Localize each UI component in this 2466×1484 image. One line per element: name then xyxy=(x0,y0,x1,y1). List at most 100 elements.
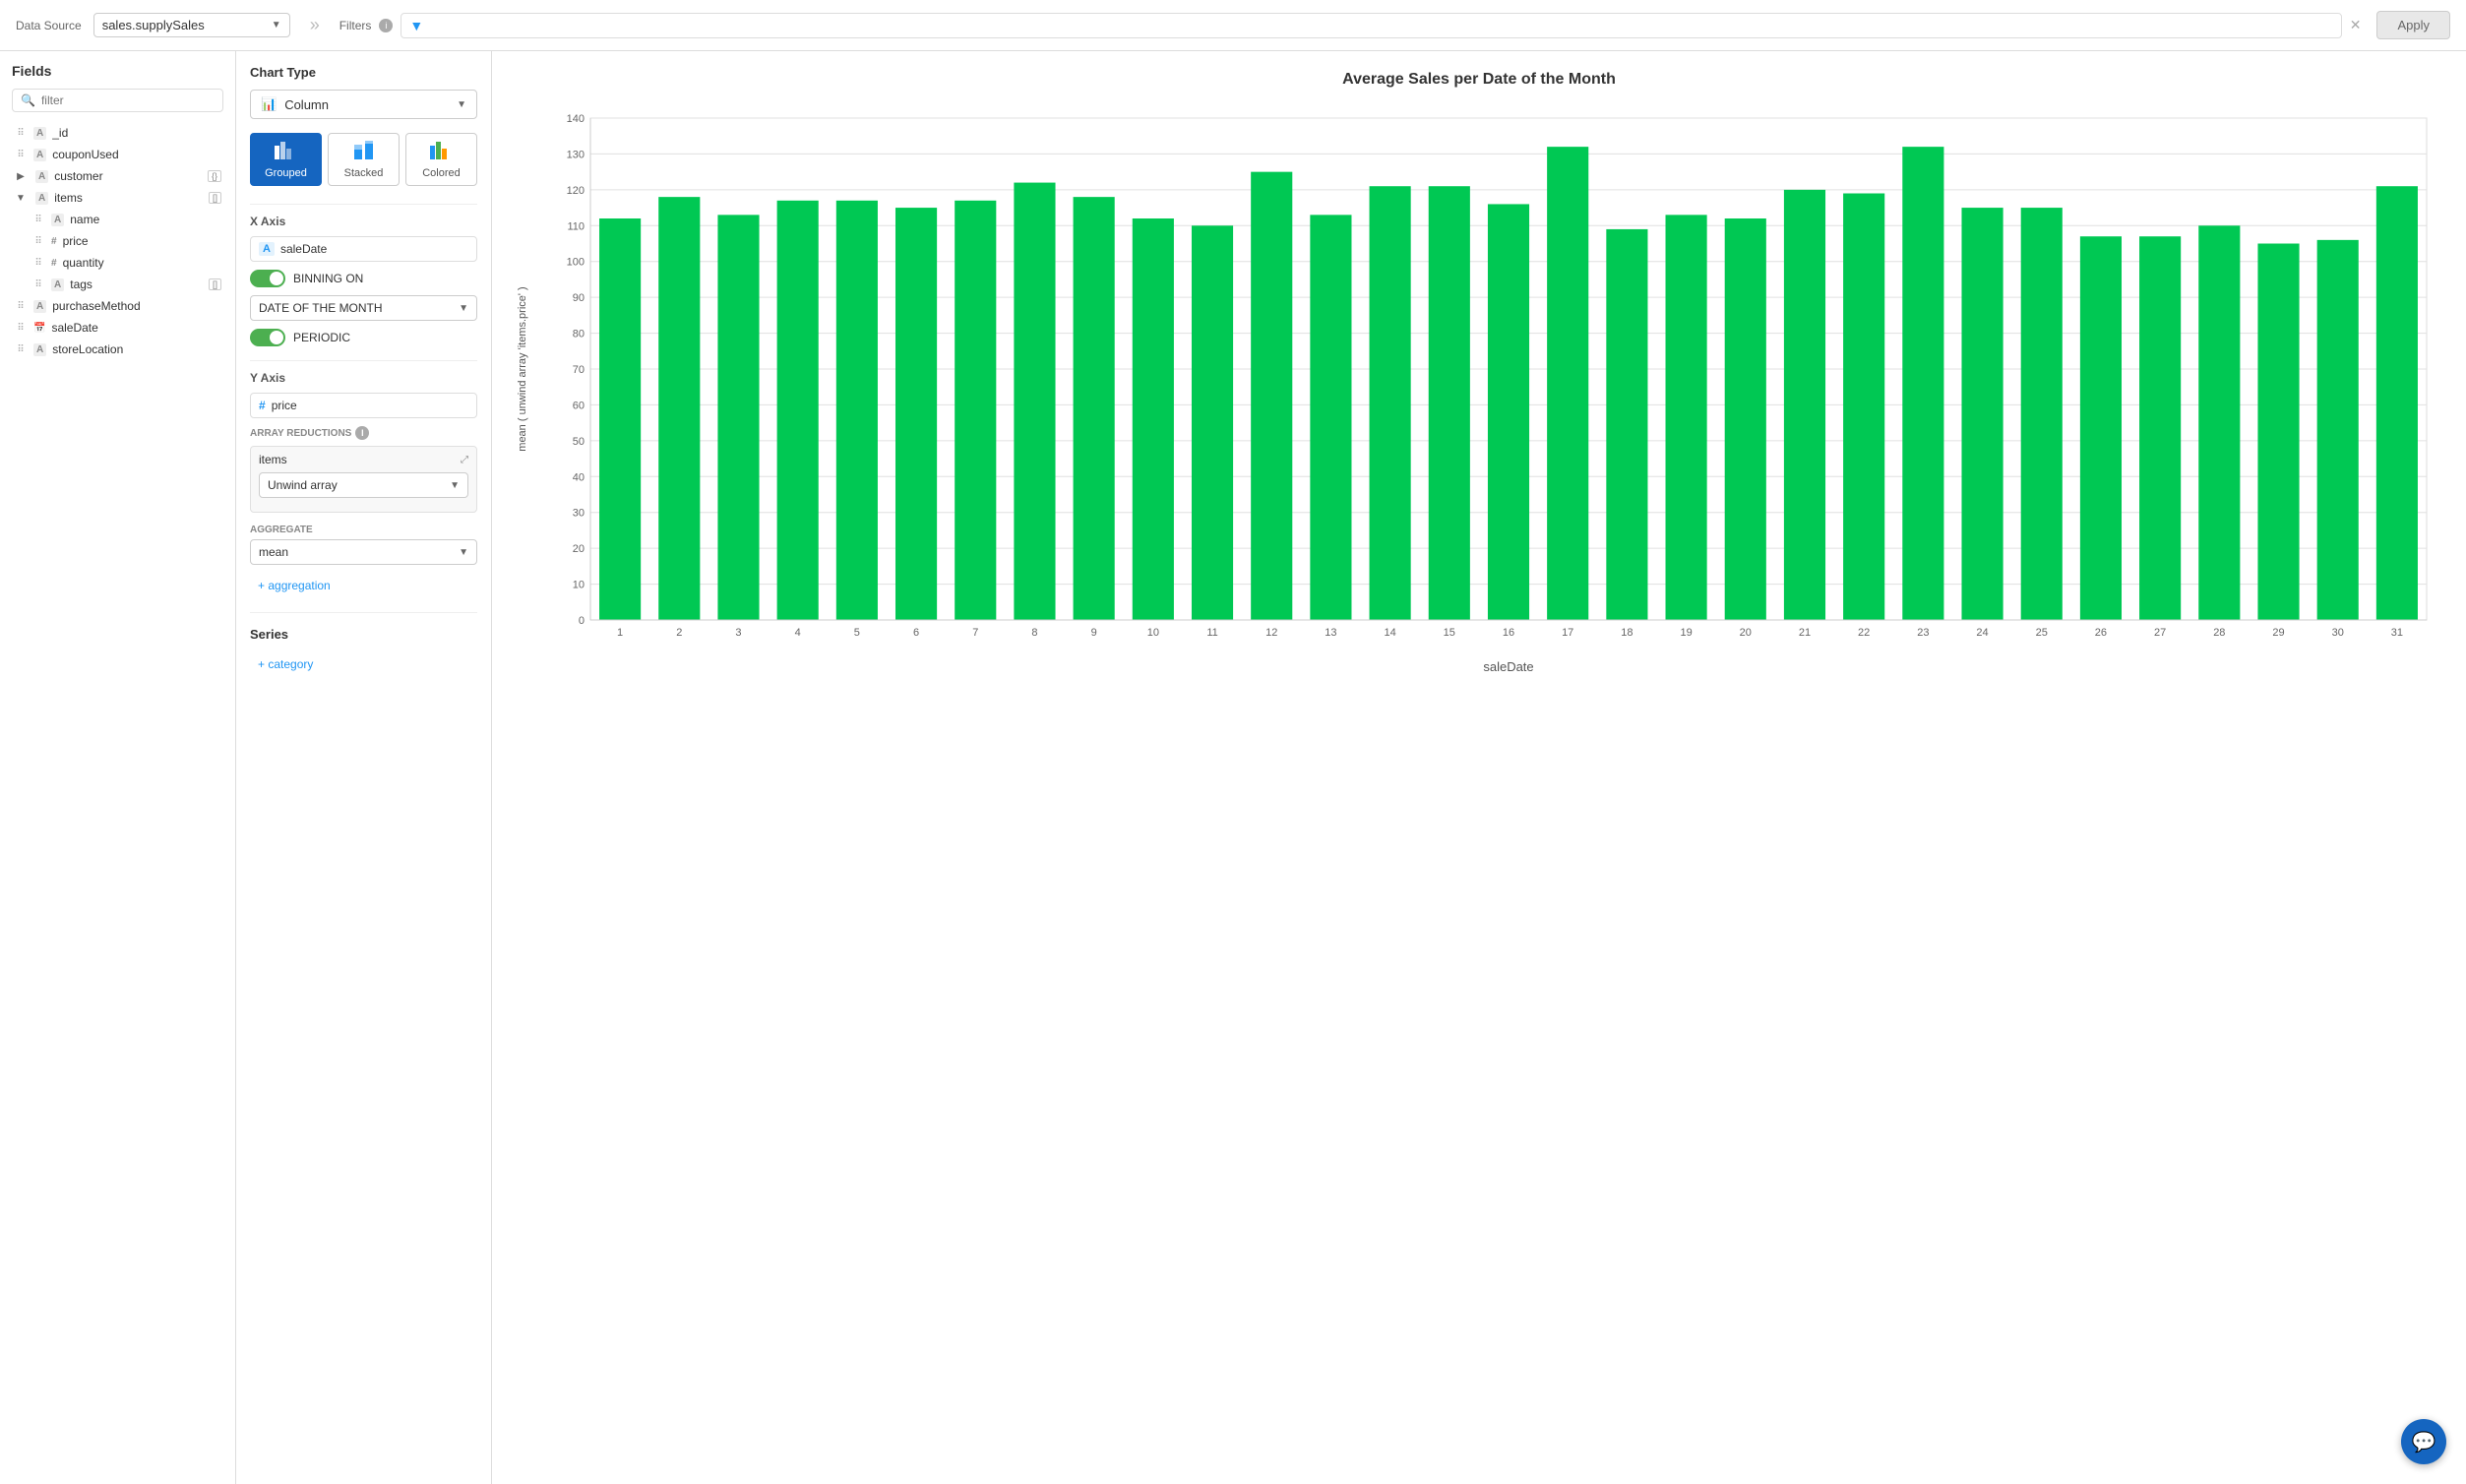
field-name: name xyxy=(70,213,221,226)
field-name: items xyxy=(54,191,203,205)
field-name: storeLocation xyxy=(52,342,221,356)
field-item-purchasemethod[interactable]: ⠿ A purchaseMethod xyxy=(12,295,223,317)
field-name: quantity xyxy=(63,256,221,270)
field-drag-icon: ⠿ xyxy=(14,150,28,160)
field-item-items[interactable]: ▼ A items [] xyxy=(12,187,223,209)
separator-icon: » xyxy=(310,15,320,35)
field-drag-icon: ⠿ xyxy=(31,258,45,269)
field-type-icon: A xyxy=(33,343,46,356)
svg-text:70: 70 xyxy=(573,364,585,376)
field-item-saledate[interactable]: ⠿ 📅 saleDate xyxy=(12,317,223,339)
expand-icon[interactable]: ▶ xyxy=(14,171,28,182)
colored-icon xyxy=(430,140,454,164)
apply-button[interactable]: Apply xyxy=(2376,11,2450,39)
svg-text:130: 130 xyxy=(567,149,585,160)
field-type-icon: A xyxy=(51,278,64,291)
array-item-expand-icon[interactable]: ⤢ xyxy=(461,455,468,465)
svg-text:0: 0 xyxy=(579,615,585,627)
svg-text:7: 7 xyxy=(972,627,978,639)
periodic-toggle[interactable] xyxy=(250,329,285,346)
field-drag-icon: ⠿ xyxy=(31,236,45,247)
date-of-month-row: DATE OF THE MONTH ▼ xyxy=(250,295,477,321)
colored-label: Colored xyxy=(422,167,461,179)
chart-type-select[interactable]: 📊 Column ▼ xyxy=(250,90,477,119)
svg-text:14: 14 xyxy=(1384,627,1395,639)
field-name: purchaseMethod xyxy=(52,299,221,313)
svg-text:26: 26 xyxy=(2095,627,2107,639)
field-item-id[interactable]: ⠿ A _id xyxy=(12,122,223,144)
svg-text:10: 10 xyxy=(573,580,585,591)
grouped-button[interactable]: Grouped xyxy=(250,133,322,186)
field-drag-icon: ⠿ xyxy=(14,323,28,334)
add-aggregation-button[interactable]: + aggregation xyxy=(250,573,477,598)
field-item-items-name[interactable]: ⠿ A name xyxy=(12,209,223,230)
field-item-storelocation[interactable]: ⠿ A storeLocation xyxy=(12,339,223,360)
array-reductions: ARRAY REDUCTIONS i items ⤢ Unwind array … xyxy=(250,426,477,513)
field-item-customer[interactable]: ▶ A customer {} xyxy=(12,165,223,187)
svg-text:saleDate: saleDate xyxy=(1483,659,1533,674)
svg-text:20: 20 xyxy=(573,543,585,555)
svg-text:21: 21 xyxy=(1799,627,1811,639)
chart-type-title: Chart Type xyxy=(250,65,477,80)
field-name: tags xyxy=(70,278,203,291)
svg-text:30: 30 xyxy=(573,508,585,520)
aggregate-select[interactable]: mean ▼ xyxy=(250,539,477,565)
y-axis-field-name: price xyxy=(272,399,468,412)
svg-text:15: 15 xyxy=(1444,627,1455,639)
y-axis-field[interactable]: # price xyxy=(250,393,477,418)
field-drag-icon: ⠿ xyxy=(31,215,45,225)
svg-text:17: 17 xyxy=(1562,627,1573,639)
svg-text:6: 6 xyxy=(913,627,919,639)
filter-input-area[interactable]: ▼ xyxy=(401,13,2341,38)
field-item-items-price[interactable]: ⠿ # price xyxy=(12,230,223,252)
expand-icon[interactable]: ▼ xyxy=(14,193,28,204)
chart-type-bar-icon: 📊 xyxy=(261,96,277,112)
field-item-couponused[interactable]: ⠿ A couponUsed xyxy=(12,144,223,165)
chevron-down-icon: ▼ xyxy=(450,480,460,491)
x-axis-field-name: saleDate xyxy=(280,242,468,256)
stacked-label: Stacked xyxy=(344,167,384,179)
aggregate-title: AGGREGATE xyxy=(250,525,477,535)
svg-text:3: 3 xyxy=(735,627,741,639)
field-drag-icon: ⠿ xyxy=(14,128,28,139)
x-axis-field[interactable]: A saleDate xyxy=(250,236,477,262)
field-type-icon: # xyxy=(51,236,57,247)
fields-list: ⠿ A _id ⠿ A couponUsed ▶ A customer {} ▼… xyxy=(12,122,223,360)
x-axis-section: X Axis A saleDate BINNING ON DATE OF THE… xyxy=(250,215,477,346)
field-type-icon: A xyxy=(33,127,46,140)
filters-info-icon[interactable]: i xyxy=(379,19,393,32)
field-item-items-quantity[interactable]: ⠿ # quantity xyxy=(12,252,223,274)
clear-filter-icon[interactable]: ✕ xyxy=(2350,17,2362,33)
aggregate-section: AGGREGATE mean ▼ xyxy=(250,525,477,565)
divider xyxy=(250,204,477,205)
field-type-icon: A xyxy=(33,149,46,161)
field-badge: [] xyxy=(209,278,221,290)
search-box[interactable]: 🔍 xyxy=(12,89,223,112)
stacked-button[interactable]: Stacked xyxy=(328,133,400,186)
array-item-name: items xyxy=(259,453,287,466)
unwind-array-select[interactable]: Unwind array ▼ xyxy=(259,472,468,498)
stacked-icon xyxy=(352,140,376,164)
date-of-month-select[interactable]: DATE OF THE MONTH ▼ xyxy=(250,295,477,321)
periodic-toggle-row: PERIODIC xyxy=(250,329,477,346)
periodic-label: PERIODIC xyxy=(293,331,350,344)
svg-text:1: 1 xyxy=(617,627,623,639)
chat-button[interactable]: 💬 xyxy=(2401,1419,2446,1464)
svg-text:4: 4 xyxy=(795,627,801,639)
svg-text:12: 12 xyxy=(1265,627,1277,639)
svg-text:8: 8 xyxy=(1031,627,1037,639)
field-name: couponUsed xyxy=(52,148,221,161)
search-input[interactable] xyxy=(41,93,215,107)
field-type-icon: A xyxy=(51,214,64,226)
datasource-select[interactable]: sales.supplySales ▼ xyxy=(93,13,290,37)
array-reductions-info-icon[interactable]: i xyxy=(355,426,369,440)
svg-text:13: 13 xyxy=(1325,627,1336,639)
svg-text:10: 10 xyxy=(1147,627,1159,639)
field-item-items-tags[interactable]: ⠿ A tags [] xyxy=(12,274,223,295)
binning-toggle[interactable] xyxy=(250,270,285,287)
svg-text:30: 30 xyxy=(2332,627,2344,639)
svg-text:5: 5 xyxy=(854,627,860,639)
colored-button[interactable]: Colored xyxy=(405,133,477,186)
field-type-icon: A xyxy=(33,300,46,313)
add-series-button[interactable]: + category xyxy=(250,651,477,677)
